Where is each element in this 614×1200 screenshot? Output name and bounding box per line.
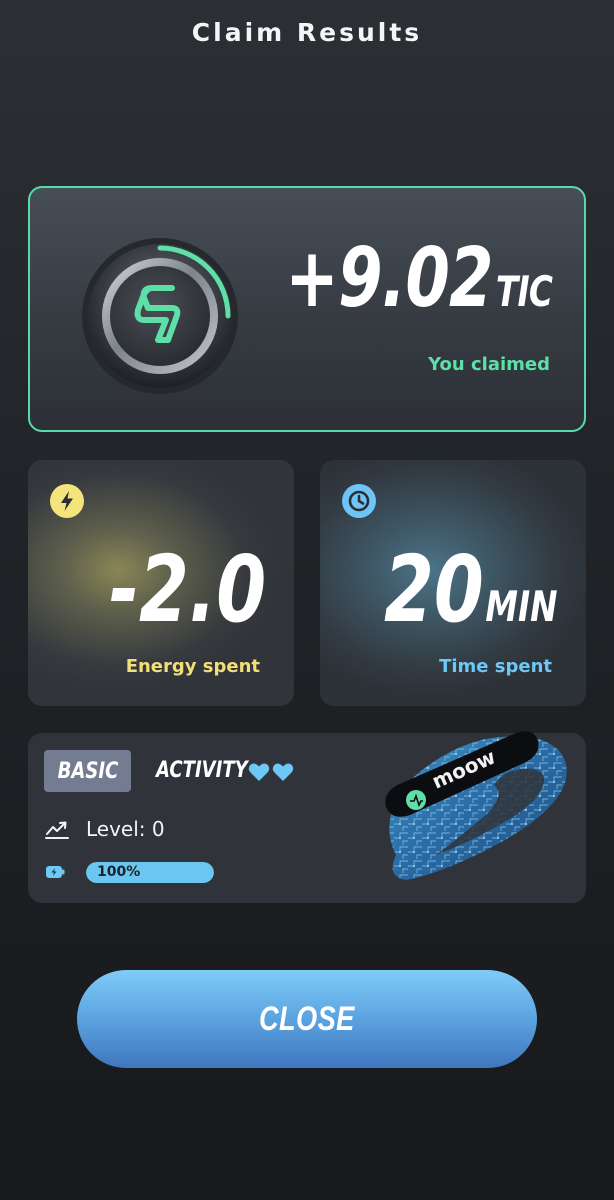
clock-icon — [342, 484, 376, 518]
energy-value-number: -2.0 — [109, 536, 266, 643]
close-button[interactable]: CLOSE — [77, 970, 537, 1068]
close-button-label: CLOSE — [259, 999, 355, 1038]
time-value-number: 20 — [384, 536, 485, 643]
tier-badge-label: BASIC — [57, 758, 118, 784]
energy-spent-value: -2.0 — [109, 544, 266, 636]
time-value-unit: MIN — [485, 582, 558, 631]
claim-amount-value: +9.02 — [285, 231, 493, 326]
battery-icon — [46, 866, 65, 878]
page-title: Claim Results — [191, 18, 423, 47]
heart-icon — [248, 763, 270, 781]
claim-amount: +9.02TIC — [285, 238, 553, 320]
energy-stat-card: -2.0 Energy spent — [28, 460, 294, 706]
heart-icon — [272, 763, 294, 781]
lightning-icon — [50, 484, 84, 518]
claim-dial-icon — [80, 236, 240, 396]
trend-up-icon — [45, 821, 69, 839]
battery-bar: 100% — [86, 861, 214, 883]
energy-spent-label: Energy spent — [125, 656, 260, 677]
time-spent-label: Time spent — [439, 656, 552, 677]
level-text: Level: 0 — [86, 817, 165, 841]
time-spent-value: 20MIN — [384, 544, 558, 636]
smart-band-image: moow — [366, 705, 576, 903]
claim-amount-unit: TIC — [495, 267, 553, 316]
claim-label: You claimed — [428, 354, 550, 375]
battery-text: 100% — [97, 863, 141, 880]
time-stat-card: 20MIN Time spent — [320, 460, 586, 706]
level-row: Level: 0 — [44, 817, 165, 841]
device-type-label: ACTIVITY — [156, 758, 248, 783]
battery-row: 100% — [44, 861, 214, 883]
claim-results-screen: Claim Results +9.02TIC You claimed -2.0 … — [0, 0, 614, 1200]
device-card: BASIC ACTIVITY Level: 0 100% moow — [28, 731, 586, 903]
claim-card: +9.02TIC You claimed — [28, 186, 586, 432]
hearts — [248, 762, 294, 782]
tier-badge: BASIC — [44, 750, 131, 792]
